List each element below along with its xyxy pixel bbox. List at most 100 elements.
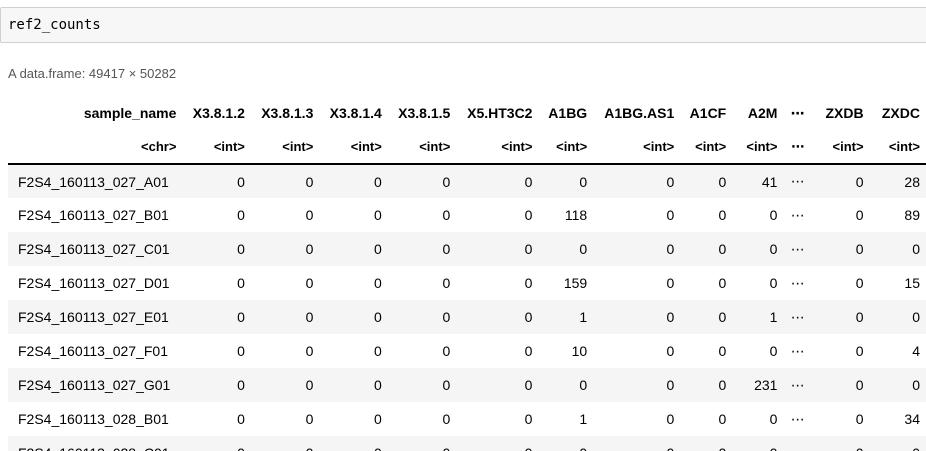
table-cell: 0 [593,436,681,451]
table-cell: 0 [855,343,864,359]
table-cell: 0 [680,232,733,266]
table-cell: 0 [237,343,245,359]
table-body: F2S4_160113_027_A01 0 0 0 0 0 0 0 0 41 ⋯ 0 28 F2S4_16… [8,164,926,451]
table-cell: 0 [666,207,675,223]
table-cell: 0 [869,368,926,402]
table-cell: 0 [319,300,388,334]
table-cell: 0 [732,232,784,266]
dataframe-output: sample_name X3.8.1.2 X3.8.1.3 X3.8.1.4 X3.8.… [8,96,926,451]
column-header: ZXDC [881,105,920,121]
table-cell: 0 [456,368,539,402]
table-row: F2S4_160113_028_B01 0 0 0 0 0 1 0 0 0 ⋯ 0 34 [8,402,926,436]
table-cell: 1 [579,411,588,427]
table-cell: 15 [904,275,920,291]
row-name-cell: F2S4_160113_027_C01 [8,232,183,266]
table-cell: 0 [387,300,457,334]
table-cell: 0 [593,368,681,402]
header-row-names: sample_name X3.8.1.2 X3.8.1.3 X3.8.1.4 X3.8.… [8,96,926,130]
table-cell: 0 [769,275,778,291]
table-cell: 0 [374,343,382,359]
column-header: X3.8.1.2 [192,105,245,121]
table-cell: 0 [593,164,681,198]
table-cell: ⋯ [783,164,812,198]
table-cell: 1 [538,300,594,334]
table-cell: 0 [319,368,388,402]
row-name-cell: F2S4_160113_027_E01 [8,300,183,334]
table-cell: 0 [237,275,245,291]
table-cell: 28 [869,164,926,198]
table-cell: 0 [456,300,539,334]
table-cell: ⋯ [790,410,805,427]
table-cell: 0 [182,368,251,402]
table-cell: 0 [524,275,533,291]
table-cell: 89 [904,207,920,223]
table-cell: 0 [456,232,539,266]
column-type: <int> [387,130,457,165]
table-cell: 0 [869,232,926,266]
table-row: F2S4_160113_027_A01 0 0 0 0 0 0 0 0 41 ⋯ 0 28 [8,164,926,198]
table-cell: 0 [182,164,251,198]
table-cell: 0 [718,411,727,427]
code-cell-input[interactable]: ref2_counts [0,7,926,43]
row-name-cell: F2S4_160113_027_G01 [8,368,183,402]
table-cell: 0 [811,436,870,451]
table-cell: 1 [732,300,784,334]
table-cell: 0 [374,275,382,291]
table-cell: 0 [811,232,870,266]
table-cell: 0 [538,164,594,198]
column-type: <int> [811,130,870,165]
table-cell: 41 [732,164,784,198]
table-cell: 0 [666,411,675,427]
table-cell: 0 [680,436,733,451]
table-cell: 0 [538,436,594,451]
table-cell: 0 [811,368,870,402]
table-cell: ⋯ [783,232,812,266]
table-cell: 159 [563,275,588,291]
table-cell: 0 [387,232,457,266]
dataframe-caption: A data.frame: 49417 × 50282 [8,66,177,81]
table-cell: 0 [237,411,245,427]
code-text: ref2_counts [8,17,101,33]
table-cell: 0 [769,207,778,223]
table-cell: 0 [769,343,778,359]
table-cell: 0 [250,164,320,198]
column-type: <int> [250,130,320,165]
column-header: A2M [747,105,778,121]
column-header: X3.8.1.5 [398,105,451,121]
table-cell: 0 [680,164,733,198]
table-cell: 0 [718,275,727,291]
table-cell: 0 [538,232,594,266]
table-cell: 0 [387,436,457,451]
table-cell: ⋯ [790,274,805,291]
table-cell: 0 [319,164,388,198]
table-row: F2S4_160113_027_B01 0 0 0 0 0 118 0 0 0 ⋯ 0 89 [8,198,926,232]
table-cell: 0 [524,411,533,427]
row-name-cell: F2S4_160113_028_B01 [18,411,169,427]
table-cell: 0 [305,343,314,359]
table-cell: 0 [387,164,457,198]
table-row: F2S4_160113_028_C01000000000⋯00 [8,436,926,451]
table-cell: 10 [571,343,588,359]
table-cell: ⋯ [783,436,812,451]
table-cell: 0 [442,275,451,291]
table-cell: 0 [456,164,539,198]
header-row-types: <chr> <int> <int> <int> <int> <int> <int> <int>… [8,130,926,165]
table-cell: 0 [305,275,314,291]
column-header: A1BG.AS1 [604,105,675,121]
table-cell: 0 [250,436,320,451]
column-header: X3.8.1.3 [261,105,314,121]
column-type: <int> [732,130,784,165]
table-cell: 0 [769,411,778,427]
table-cell: ⋯ [783,368,812,402]
column-type: <int> [680,130,733,165]
row-name-cell: F2S4_160113_028_C01 [8,436,183,451]
column-header: A1CF [689,105,727,121]
table-row: F2S4_160113_027_D01 0 0 0 0 0 159 0 0 0 ⋯ 0 15 [8,266,926,300]
column-header: sample_name [83,105,177,121]
table-cell: 0 [250,232,320,266]
column-type: <int> [538,130,594,165]
column-type: <int> [593,130,681,165]
column-type: <int> [869,130,926,165]
row-name-cell: F2S4_160113_027_F01 [18,343,168,359]
table-cell: 0 [855,411,864,427]
